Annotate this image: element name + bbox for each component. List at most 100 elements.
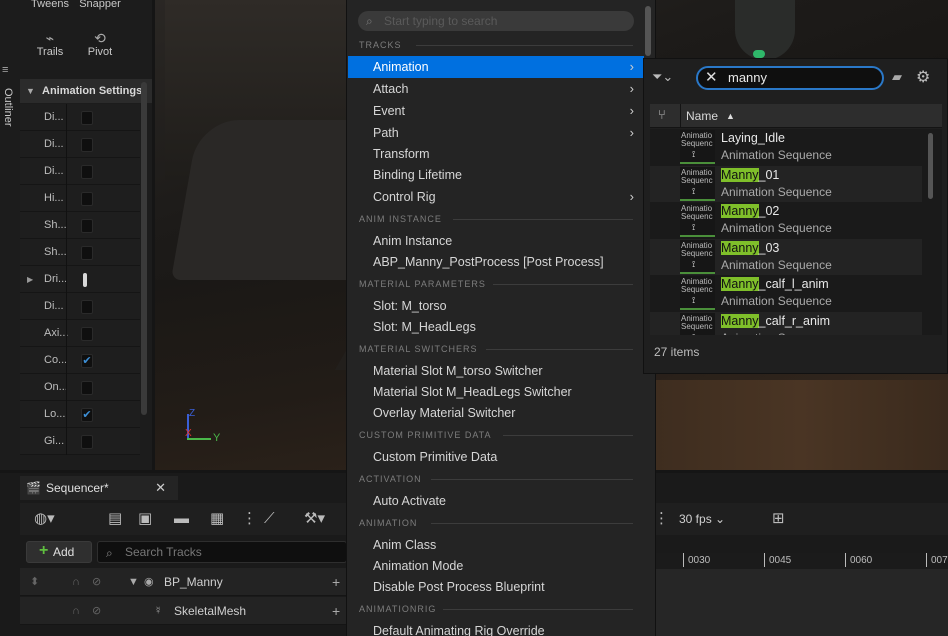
timeline-track-area[interactable]	[655, 569, 948, 636]
expand-triangle-icon[interactable]: ▼	[128, 568, 139, 596]
skeleton-icon: ☿	[154, 605, 163, 617]
column-name-header[interactable]: Name	[686, 104, 718, 128]
world-icon[interactable]: ◍▾	[34, 511, 55, 527]
asset-row[interactable]: Animatio Sequenc⟟ Manny_calf_r_anim Animat…	[650, 311, 922, 335]
menu-item-slot-torso[interactable]: Slot: M_torso	[348, 295, 644, 317]
folder-icon[interactable]: ▰	[892, 69, 902, 85]
search-tracks-placeholder: Search Tracks	[125, 545, 202, 559]
search-tracks-input[interactable]: ⌕ Search Tracks	[97, 541, 347, 563]
add-track-button[interactable]: + Add	[26, 541, 92, 563]
menu-item-switch-overlay[interactable]: Overlay Material Switcher	[348, 402, 644, 424]
outliner-tab[interactable]: ≡ Outliner	[0, 64, 16, 144]
property-checkbox[interactable]	[81, 327, 93, 341]
chevron-right-icon: ›	[629, 81, 634, 96]
camera-icon[interactable]: ▬	[174, 511, 189, 527]
menu-search-input[interactable]: ⌕ Start typing to search	[358, 11, 634, 31]
property-checkbox[interactable]: ✔	[81, 354, 93, 368]
menu-item-animation[interactable]: Animation ›	[348, 56, 644, 78]
property-row: Axi...	[20, 320, 140, 347]
add-track-context-menu: ⌕ Start typing to search TRACKS Animatio…	[346, 0, 656, 636]
asset-row[interactable]: Animatio Sequenc ⟟ Manny_02 Animation Seque…	[650, 202, 922, 238]
menu-item-attach[interactable]: Attach ›	[348, 78, 644, 100]
snapper-button[interactable]: Snapper	[75, 0, 125, 10]
property-checkbox[interactable]	[81, 219, 93, 233]
menu-item-default-rig-override[interactable]: Default Animating Rig Override	[348, 620, 644, 636]
expand-triangle-icon[interactable]: ▶	[27, 266, 33, 293]
property-checkbox[interactable]	[81, 192, 93, 206]
filter-icon[interactable]: ⏷⌄	[652, 69, 673, 85]
add-subtrack-icon[interactable]: +	[332, 597, 340, 625]
menu-item-binding-lifetime[interactable]: Binding Lifetime	[348, 164, 644, 186]
trails-button[interactable]: ⌁ Trails	[25, 30, 75, 58]
asset-row[interactable]: Animatio Sequenc ⟟ Laying_Idle Animation Se…	[650, 129, 922, 165]
playback-more-icon[interactable]: ⋮	[654, 511, 669, 527]
snap-grid-icon[interactable]: ⊞	[772, 511, 785, 527]
pivot-button[interactable]: ⟲ Pivot	[75, 30, 125, 58]
tick-label: 0030	[683, 553, 710, 567]
wrench-icon[interactable]: ⚒▾	[304, 511, 325, 527]
property-checkbox[interactable]	[81, 138, 93, 152]
add-subtrack-icon[interactable]: +	[332, 568, 340, 596]
asset-name: Manny_02	[721, 204, 780, 218]
menu-item-slot-headlegs[interactable]: Slot: M_HeadLegs	[348, 316, 644, 338]
menu-item-path[interactable]: Path ›	[348, 122, 644, 144]
property-checkbox[interactable]	[81, 111, 93, 125]
track-row-bp-manny[interactable]: ⬍ ∩ ⊘ ▼ ◉ BP_Manny +	[20, 568, 347, 596]
menu-item-switch-torso[interactable]: Material Slot M_torso Switcher	[348, 360, 644, 382]
menu-item-anim-instance[interactable]: Anim Instance	[348, 230, 644, 252]
fps-dropdown[interactable]: 30 fps ⌄	[679, 511, 725, 527]
menu-item-animation-mode[interactable]: Animation Mode	[348, 555, 644, 577]
property-checkbox[interactable]	[81, 435, 93, 449]
render-icon[interactable]: ▦	[210, 511, 224, 527]
lock-icon[interactable]: ⊘	[92, 568, 101, 596]
property-label: Hi...	[44, 192, 64, 204]
property-checkbox[interactable]	[83, 273, 87, 287]
headphones-icon[interactable]: ∩	[72, 597, 80, 625]
asset-name: Manny_03	[721, 240, 780, 255]
lock-icon[interactable]: ⊘	[92, 597, 101, 625]
headphones-icon[interactable]: ∩	[72, 568, 80, 596]
asset-row[interactable]: Animatio Sequenc ⟟ Manny_03 Animation Seque…	[650, 238, 922, 275]
clear-search-icon[interactable]: ✕	[705, 68, 718, 88]
property-checkbox[interactable]	[81, 165, 93, 179]
tab-sequencer[interactable]: 🎬 Sequencer* ✕	[20, 476, 178, 500]
menu-item-transform[interactable]: Transform	[348, 143, 644, 165]
menu-item-anim-class[interactable]: Anim Class	[348, 534, 644, 556]
menu-item-disable-post-process[interactable]: Disable Post Process Blueprint	[348, 576, 644, 598]
gear-icon[interactable]: ⚙	[916, 67, 930, 87]
property-checkbox[interactable]: ✔	[81, 408, 93, 422]
tweens-button[interactable]: Tweens	[25, 0, 75, 10]
menu-item-abp-post-process[interactable]: ABP_Manny_PostProcess [Post Process]	[348, 251, 644, 273]
axis-gizmo: Z X Y	[185, 408, 225, 444]
menu-item-control-rig[interactable]: Control Rig ›	[348, 186, 644, 208]
property-checkbox[interactable]	[81, 246, 93, 260]
browse-icon[interactable]: ▣	[138, 511, 152, 527]
save-icon[interactable]: ▤	[108, 511, 122, 527]
property-row: Lo... ✔	[20, 401, 140, 428]
chevron-right-icon: ›	[629, 103, 634, 118]
asset-search-input[interactable]: ✕ manny	[696, 66, 884, 90]
menu-item-custom-primitive-data[interactable]: Custom Primitive Data	[348, 446, 644, 468]
floor-wood	[655, 380, 948, 470]
curve-editor-icon[interactable]: ⟋	[264, 511, 275, 527]
close-icon[interactable]: ✕	[155, 476, 166, 500]
asset-row[interactable]: Animatio Sequenc ⟟ Manny_01 Animation Seque…	[650, 165, 922, 202]
more-icon[interactable]: ⋮	[242, 511, 257, 527]
menu-item-event[interactable]: Event ›	[348, 100, 644, 122]
menu-item-auto-activate[interactable]: Auto Activate	[348, 490, 644, 512]
properties-scrollbar[interactable]	[141, 82, 147, 415]
menu-scrollbar[interactable]	[645, 6, 651, 56]
branch-icon[interactable]: ⑂	[658, 107, 666, 122]
axis-z-label: Z	[189, 408, 196, 419]
timeline-ruler[interactable]: 0030 0045 0060 007	[655, 553, 948, 569]
section-custom-primitive-data: CUSTOM PRIMITIVE DATA	[359, 428, 633, 442]
asset-list-scrollbar[interactable]	[928, 133, 933, 199]
asset-row[interactable]: Animatio Sequenc ⟟ Manny_calf_l_anim Animat…	[650, 275, 922, 311]
menu-item-switch-headlegs[interactable]: Material Slot M_HeadLegs Switcher	[348, 381, 644, 403]
property-row: Di...	[20, 158, 140, 185]
property-checkbox[interactable]	[81, 300, 93, 314]
property-checkbox[interactable]	[81, 381, 93, 395]
axis-x-label: X	[185, 428, 192, 439]
track-row-skeletalmesh[interactable]: ∩ ⊘ ☿ SkeletalMesh +	[20, 597, 347, 625]
animation-settings-header[interactable]: ▼ Animation Settings	[20, 79, 152, 103]
